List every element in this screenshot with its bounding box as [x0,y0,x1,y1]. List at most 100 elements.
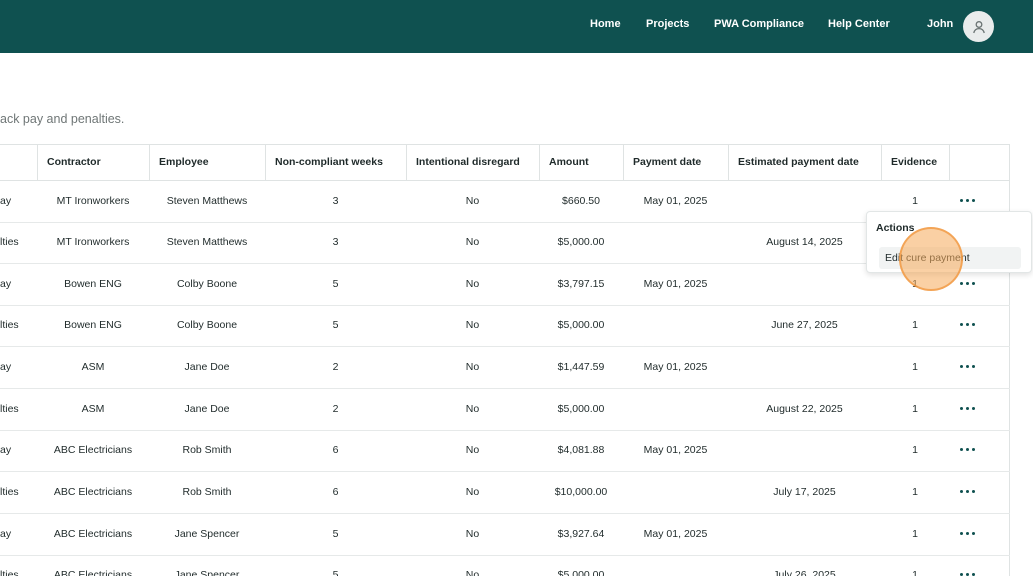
type-cell: ay [0,361,12,373]
payment-date-cell: May 01, 2025 [643,528,708,540]
more-dot-icon [971,322,975,326]
evidence-cell: 1 [912,403,918,415]
employee-cell: Jane Spencer [174,569,240,576]
amount-cell: $5,000.00 [557,569,605,576]
table-row: lties Bowen ENG Colby Boone 5 No $5,000.00 Jun… [0,305,1010,347]
amount-cell: $5,000.00 [557,236,605,248]
employee-cell: Jane Doe [184,403,230,415]
header-estimated-payment-date: Estimated payment date [728,144,881,181]
payment-date-cell [623,555,728,576]
more-dot-icon [971,531,975,535]
nav-home-link[interactable]: Home [590,18,621,30]
estimated-date-cell: August 22, 2025 [766,403,843,415]
more-dot-icon [959,198,963,202]
type-cell: ay [0,528,12,540]
weeks-cell: 6 [332,444,339,456]
amount-cell: $4,081.88 [557,444,605,456]
weeks-cell: 5 [332,569,339,576]
edit-cure-payment-menu-item[interactable]: Edit cure payment [879,247,1021,269]
table-row: ay Bowen ENG Colby Boone 5 No $3,797.15 May 01… [0,264,1010,306]
employee-cell: Jane Spencer [174,528,240,540]
nav-projects-link[interactable]: Projects [646,18,689,30]
row-actions-button[interactable] [958,443,976,455]
contractor-cell: ABC Electricians [53,569,133,576]
more-dot-icon [965,198,969,202]
amount-cell: $10,000.00 [554,486,608,498]
amount-cell: $3,927.64 [557,528,605,540]
nav-help-center-link[interactable]: Help Center [828,18,890,30]
more-dot-icon [965,406,969,410]
estimated-date-cell [728,347,881,388]
payment-date-cell: May 01, 2025 [643,361,708,373]
weeks-cell: 3 [332,236,339,248]
contractor-cell: MT Ironworkers [56,236,130,248]
estimated-date-cell: July 17, 2025 [773,486,836,498]
more-dot-icon [959,572,963,576]
row-actions-button[interactable] [958,277,976,289]
estimated-date-cell [728,430,881,471]
actions-menu-title: Actions [876,222,915,234]
actions-menu: Actions Edit cure payment [866,211,1032,273]
evidence-cell: 1 [912,444,918,456]
row-actions-button[interactable] [958,485,976,497]
amount-cell: $5,000.00 [557,403,605,415]
more-dot-icon [971,364,975,368]
employee-cell: Colby Boone [176,278,238,290]
evidence-cell: 1 [912,569,918,576]
payment-date-cell: May 01, 2025 [643,444,708,456]
more-dot-icon [971,572,975,576]
more-dot-icon [971,447,975,451]
amount-cell: $1,447.59 [557,361,605,373]
avatar[interactable] [963,11,994,42]
more-dot-icon [959,489,963,493]
more-dot-icon [965,364,969,368]
row-actions-button[interactable] [958,527,976,539]
weeks-cell: 5 [332,528,339,540]
header-noncompliant-weeks: Non-compliant weeks [265,144,406,181]
weeks-cell: 5 [332,278,339,290]
intentional-cell: No [465,236,480,248]
estimated-date-cell: June 27, 2025 [771,319,838,331]
type-cell: lties [0,236,19,248]
payment-date-cell: May 01, 2025 [643,195,708,207]
intentional-cell: No [465,319,480,331]
contractor-cell: MT Ironworkers [56,195,130,207]
amount-cell: $660.50 [562,195,600,207]
table-row: ay MT Ironworkers Steven Matthews 3 No $660.5… [0,181,1010,223]
row-actions-button[interactable] [958,194,976,206]
header-contractor: Contractor [37,144,149,181]
row-actions-button[interactable] [958,402,976,414]
employee-cell: Jane Doe [184,361,230,373]
row-actions-button[interactable] [958,318,976,330]
header-actions [949,144,1010,181]
intentional-cell: No [465,361,480,373]
amount-cell: $3,797.15 [557,278,605,290]
more-dot-icon [959,406,963,410]
payment-date-cell: May 01, 2025 [643,278,708,290]
employee-cell: Steven Matthews [166,236,248,248]
contractor-cell: Bowen ENG [64,319,122,331]
page-subtitle: ack pay and penalties. [0,112,125,126]
employee-cell: Colby Boone [176,319,238,331]
payment-date-cell [623,472,728,513]
weeks-cell: 2 [332,361,339,373]
table-row: ay ABC Electricians Rob Smith 6 No $4,081.88 M… [0,430,1010,472]
table-row: lties ASM Jane Doe 2 No $5,000.00 August 22, 2… [0,389,1010,431]
nav-pwa-compliance-link[interactable]: PWA Compliance [714,18,804,30]
row-actions-button[interactable] [958,568,976,576]
weeks-cell: 6 [332,486,339,498]
type-cell: lties [0,319,19,331]
contractor-cell: ABC Electricians [53,486,133,498]
type-cell: lties [0,486,19,498]
more-dot-icon [965,489,969,493]
more-dot-icon [959,447,963,451]
employee-cell: Steven Matthews [166,195,248,207]
more-dot-icon [965,531,969,535]
more-dot-icon [959,364,963,368]
type-cell: ay [0,195,12,207]
row-actions-button[interactable] [958,360,976,372]
contractor-cell: ASM [81,361,105,373]
more-dot-icon [965,572,969,576]
evidence-cell: 1 [912,528,918,540]
estimated-date-cell [728,264,881,305]
